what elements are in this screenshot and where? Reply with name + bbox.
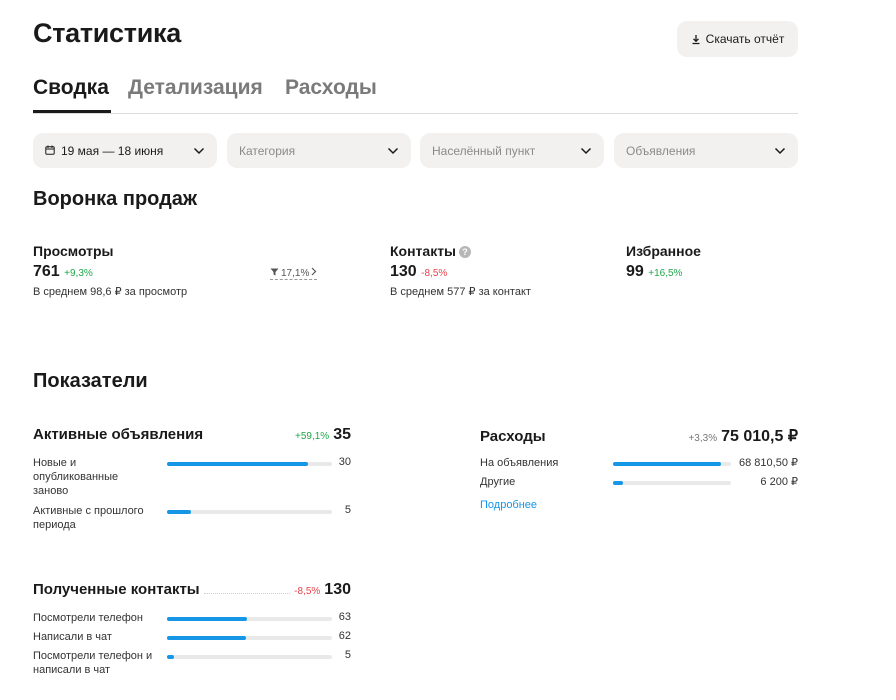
contacts-note: В среднем 577 ₽ за контакт bbox=[390, 286, 531, 298]
row-label: Активные с прошлого периода bbox=[33, 505, 144, 531]
list-item: Активные с прошлого периода 5 bbox=[33, 504, 351, 534]
active-listings-card: Активные объявления +59,1% 35 Новые и оп… bbox=[33, 426, 351, 531]
help-icon[interactable]: ? bbox=[459, 246, 472, 258]
progress-bar bbox=[167, 617, 332, 621]
list-item: Посмотрели телефон и написали в чат 5 bbox=[33, 649, 351, 679]
progress-bar-fill bbox=[167, 655, 174, 659]
tab-summary[interactable]: Сводка bbox=[33, 76, 109, 100]
views-label: Просмотры bbox=[33, 243, 114, 259]
views-value: 761 bbox=[33, 263, 60, 280]
category-select[interactable]: Категория bbox=[227, 133, 411, 168]
chevron-down-icon bbox=[580, 144, 592, 158]
download-report-label: Скачать отчёт bbox=[705, 32, 785, 46]
funnel-icon bbox=[270, 268, 279, 279]
active-listings-title: Активные объявления bbox=[33, 426, 204, 443]
row-value: 30 bbox=[338, 456, 351, 468]
download-icon bbox=[691, 34, 701, 45]
page-title: Статистика bbox=[33, 18, 181, 48]
funnel-contacts: Контакты? 130 -8,5% В среднем 577 ₽ за к… bbox=[390, 243, 531, 298]
contacts-received-change: -8,5% bbox=[294, 586, 321, 597]
progress-bar bbox=[167, 462, 332, 466]
listings-select[interactable]: Объявления bbox=[614, 133, 798, 168]
progress-bar-fill bbox=[167, 617, 248, 621]
date-range-value: 19 мая — 18 июня bbox=[61, 143, 164, 158]
row-label: Новые и опубликованные заново bbox=[33, 457, 119, 497]
tab-expenses[interactable]: Расходы bbox=[285, 76, 377, 100]
row-value: 63 bbox=[338, 611, 351, 623]
chevron-down-icon bbox=[193, 144, 205, 158]
expenses-change: +3,3% bbox=[688, 433, 718, 444]
expenses-title: Расходы bbox=[480, 428, 546, 445]
list-item: Другие 6 200 ₽ bbox=[480, 475, 798, 491]
expenses-card: Расходы +3,3% 75 010,5 ₽ На объявления 6… bbox=[480, 426, 798, 511]
chevron-right-icon bbox=[311, 267, 317, 279]
contacts-change: -8,5% bbox=[421, 268, 448, 279]
tab-bar: Сводка Детализация Расходы bbox=[33, 76, 798, 114]
date-range-select[interactable]: 19 мая — 18 июня bbox=[33, 133, 217, 168]
category-placeholder: Категория bbox=[239, 143, 296, 158]
list-item: Посмотрели телефон 63 bbox=[33, 611, 351, 627]
locality-select[interactable]: Населённый пункт bbox=[420, 133, 604, 168]
list-item: Написали в чат 62 bbox=[33, 630, 351, 646]
row-label: На объявления bbox=[480, 457, 559, 469]
tab-details[interactable]: Детализация bbox=[128, 76, 263, 100]
progress-bar bbox=[167, 655, 332, 659]
contacts-value: 130 bbox=[390, 263, 417, 280]
views-change: +9,3% bbox=[64, 268, 93, 279]
conversion-value: 17,1% bbox=[281, 267, 310, 279]
listings-placeholder: Объявления bbox=[626, 143, 696, 158]
progress-bar-fill bbox=[167, 462, 309, 466]
row-value: 5 bbox=[344, 649, 351, 661]
funnel-views: Просмотры 761 +9,3% В среднем 98,6 ₽ за … bbox=[33, 243, 187, 298]
row-label: Написали в чат bbox=[33, 631, 112, 643]
progress-bar-fill bbox=[613, 481, 623, 485]
divider bbox=[203, 593, 291, 594]
row-label: Посмотрели телефон bbox=[33, 612, 143, 624]
list-item: Новые и опубликованные заново 30 bbox=[33, 456, 351, 497]
row-label: Другие bbox=[480, 476, 516, 488]
list-item: На объявления 68 810,50 ₽ bbox=[480, 456, 798, 472]
more-details-link[interactable]: Подробнее bbox=[480, 499, 537, 511]
contacts-received-card: Полученные контакты -8,5% 130 Посмотрели… bbox=[33, 581, 351, 676]
active-listings-change: +59,1% bbox=[295, 431, 330, 442]
progress-bar-fill bbox=[613, 462, 722, 466]
favorites-value: 99 bbox=[626, 263, 644, 280]
row-value: 6 200 ₽ bbox=[760, 476, 798, 488]
active-tab-indicator bbox=[33, 110, 111, 113]
expenses-total: 75 010,5 ₽ bbox=[721, 428, 798, 445]
row-value: 68 810,50 ₽ bbox=[739, 457, 798, 469]
active-listings-total: 35 bbox=[333, 426, 351, 443]
contacts-received-title: Полученные контакты bbox=[33, 581, 200, 598]
calendar-icon bbox=[45, 144, 55, 158]
views-note: В среднем 98,6 ₽ за просмотр bbox=[33, 286, 188, 298]
progress-bar bbox=[167, 636, 332, 640]
row-label: Посмотрели телефон и написали в чат bbox=[33, 650, 153, 676]
row-value: 5 bbox=[344, 504, 351, 516]
row-value: 62 bbox=[338, 630, 351, 642]
locality-placeholder: Населённый пункт bbox=[432, 143, 536, 158]
contacts-received-total: 130 bbox=[324, 581, 351, 598]
download-report-button[interactable]: Скачать отчёт bbox=[677, 21, 798, 57]
progress-bar-fill bbox=[167, 636, 246, 640]
progress-bar bbox=[613, 481, 731, 485]
chevron-down-icon bbox=[387, 144, 399, 158]
funnel-title: Воронка продаж bbox=[33, 188, 198, 210]
indicators-title: Показатели bbox=[33, 370, 148, 392]
favorites-label: Избранное bbox=[626, 243, 701, 259]
progress-bar bbox=[167, 510, 332, 514]
chevron-down-icon bbox=[774, 144, 786, 158]
contacts-label: Контакты bbox=[390, 243, 457, 259]
progress-bar bbox=[613, 462, 731, 466]
funnel-favorites: Избранное 99 +16,5% bbox=[626, 243, 701, 281]
progress-bar-fill bbox=[167, 510, 191, 514]
views-to-contacts-conversion[interactable]: 17,1% bbox=[270, 267, 318, 280]
favorites-change: +16,5% bbox=[648, 268, 683, 279]
